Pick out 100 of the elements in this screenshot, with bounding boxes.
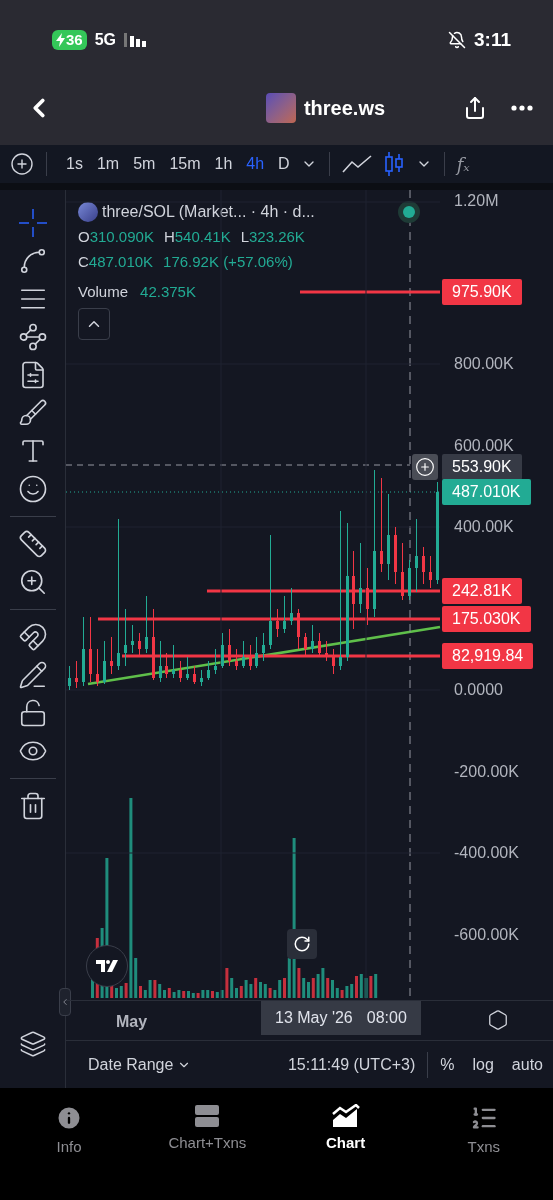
price-tag: 82,919.84 <box>442 643 534 669</box>
candle <box>144 595 148 654</box>
crosshair-icon[interactable] <box>17 208 48 238</box>
candle <box>407 559 411 601</box>
price-change: 176.92K (+57.06%) <box>163 251 293 272</box>
timeframe-tab[interactable]: 1s <box>59 152 90 176</box>
crosshair-date: 13 May '26 <box>275 1008 353 1028</box>
network-label: 5G <box>94 30 117 50</box>
candle <box>310 624 314 654</box>
ruler-tool-icon[interactable] <box>17 529 48 559</box>
price-tag: 242.81K <box>442 578 522 604</box>
plus-icon <box>415 457 435 477</box>
price-axis-label: 400.00K <box>454 519 514 535</box>
crosshair-time: 08:00 <box>366 1008 407 1028</box>
candle <box>109 636 113 675</box>
candle <box>282 595 286 634</box>
pattern-tool-icon[interactable] <box>17 322 48 352</box>
candle <box>158 640 162 683</box>
area-chart-icon <box>331 1104 360 1128</box>
candle <box>324 640 328 662</box>
candle <box>275 608 279 638</box>
share-icon <box>463 95 487 120</box>
add-alert-button[interactable] <box>412 454 438 480</box>
date-range-button[interactable]: Date Range <box>88 1052 192 1077</box>
price-axis-label: 600.00K <box>454 437 514 454</box>
more-button[interactable] <box>511 104 533 111</box>
candle <box>164 652 168 679</box>
price-axis-label: -400.00K <box>454 845 519 861</box>
candle <box>393 526 397 585</box>
magnet-tool-icon[interactable] <box>17 622 48 652</box>
brush-tool-icon[interactable] <box>17 398 48 428</box>
volume-value: 42.375K <box>140 282 196 302</box>
bottom-tab[interactable]: Info <box>9 1104 130 1162</box>
scale-option-button[interactable]: % <box>440 1052 455 1077</box>
header-title: three.ws <box>303 95 386 121</box>
settings-icon[interactable] <box>487 1009 509 1031</box>
emoji-tool-icon[interactable] <box>17 474 48 504</box>
timeframe-tab[interactable]: 5m <box>126 152 163 176</box>
price-tag: 975.90K <box>442 279 522 305</box>
bottom-tab[interactable]: Txns <box>423 1104 544 1162</box>
more-icon <box>511 104 533 111</box>
price-axis-label: -200.00K <box>454 763 519 780</box>
timeframe-tab[interactable]: 1m <box>89 152 127 176</box>
candle <box>227 628 231 667</box>
ohlc-value: C487.010K <box>78 251 154 272</box>
candle <box>206 661 210 681</box>
candle <box>296 608 300 650</box>
line-chart-icon[interactable] <box>341 155 372 173</box>
scale-option-button[interactable]: log <box>472 1052 494 1077</box>
clock-time: 3:11 <box>474 27 511 52</box>
last-price-tag: 487.010K <box>442 479 531 505</box>
candle <box>400 542 404 601</box>
candle <box>213 648 217 675</box>
candle <box>254 636 258 669</box>
crosshair-price-tag: 553.90K <box>442 454 522 480</box>
timeframe-tab[interactable]: 1h <box>207 152 240 176</box>
candle <box>199 669 203 687</box>
candle <box>67 665 71 691</box>
price-tag: 175.030K <box>442 606 531 632</box>
time-axis-label: May <box>116 1012 148 1032</box>
split-view-icon <box>194 1104 221 1128</box>
candle <box>102 640 106 685</box>
timeframe-tab[interactable]: D <box>271 152 297 176</box>
price-axis-label: 0.0000 <box>454 682 503 698</box>
candle <box>421 546 425 585</box>
candle <box>261 632 265 662</box>
ohlc-value: L323.26K <box>240 227 305 247</box>
candle <box>171 644 175 679</box>
candle <box>178 661 182 683</box>
timeframe-tab[interactable]: 15m <box>162 152 208 176</box>
candle <box>317 632 321 658</box>
indicators-button[interactable]: 𝑓ₓ <box>456 150 470 178</box>
candle <box>303 632 307 658</box>
candle <box>185 656 189 681</box>
candle <box>365 567 369 626</box>
timeframe-tab[interactable]: 4h <box>239 152 272 176</box>
clock-label: 15:11:49 (UTC+3) <box>287 1054 416 1075</box>
candles-icon[interactable] <box>383 151 404 177</box>
candle <box>220 632 224 669</box>
candle <box>81 616 85 687</box>
price-axis-label: 1.20M <box>454 193 499 209</box>
share-button[interactable] <box>463 95 487 120</box>
bottom-tab[interactable]: Chart+Txns <box>147 1104 268 1162</box>
token-logo <box>78 202 98 222</box>
token-logo <box>265 92 296 123</box>
symbol-title: three/SOL (Market... · 4h · d... <box>102 202 315 222</box>
candle <box>74 661 78 689</box>
candle <box>248 644 252 671</box>
candle <box>331 648 335 675</box>
candle <box>241 640 245 669</box>
ohlc-value: O310.090K <box>78 227 154 247</box>
bottom-tab[interactable]: Chart <box>285 1104 406 1162</box>
battery-indicator: 36 <box>52 30 87 50</box>
scale-option-button[interactable]: auto <box>511 1052 543 1077</box>
price-axis-label: 800.00K <box>454 356 514 372</box>
add-indicator-button[interactable] <box>10 152 34 176</box>
layers-icon[interactable] <box>18 1030 47 1058</box>
candle <box>192 665 196 685</box>
price-axis-label: -600.00K <box>454 926 519 943</box>
reset-button[interactable] <box>287 929 317 959</box>
